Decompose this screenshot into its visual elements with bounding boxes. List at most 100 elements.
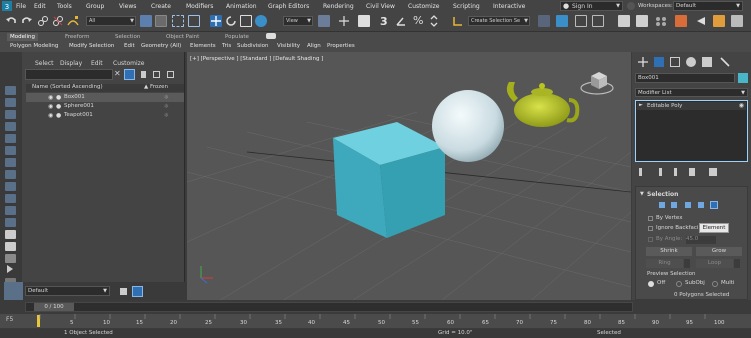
shrink-button[interactable]: Shrink	[646, 247, 692, 256]
menu-file[interactable]: File	[16, 3, 26, 10]
tab-populate[interactable]: Populate	[222, 33, 252, 41]
expand-arrow-icon[interactable]: ►	[639, 102, 643, 108]
toggle-scene-explorer-icon[interactable]	[575, 15, 587, 27]
tab-object-paint[interactable]: Object Paint	[163, 33, 202, 41]
sign-in-button[interactable]: ● Sign In ▼	[560, 1, 623, 11]
menu-views[interactable]: Views	[119, 3, 136, 10]
display-all-icon[interactable]	[5, 98, 16, 107]
menu-create[interactable]: Create	[151, 3, 171, 10]
eye-icon[interactable]: ◉	[48, 93, 53, 102]
filter-toggle-icon[interactable]	[124, 69, 135, 80]
time-slider-thumb[interactable]: 0 / 100	[34, 303, 74, 311]
object-name-field[interactable]: Box001	[635, 73, 735, 83]
mirror-icon[interactable]	[538, 15, 550, 27]
sync-selection-icon[interactable]	[153, 71, 160, 78]
display-groups-icon[interactable]	[5, 194, 16, 203]
panel-subdivision[interactable]: Subdivision	[237, 42, 269, 50]
display-containers-icon[interactable]	[5, 230, 16, 239]
panel-visibility[interactable]: Visibility	[277, 42, 300, 50]
menu-customize[interactable]: Customize	[408, 3, 440, 10]
utilities-panel-icon[interactable]	[720, 57, 730, 67]
render-production-icon[interactable]	[713, 15, 725, 27]
tree-row-sphere001[interactable]: ◉ ● Sphere001 ❄	[26, 102, 184, 111]
pivot-center-icon[interactable]	[318, 15, 330, 27]
render-toggle-icon[interactable]: ●	[56, 93, 61, 102]
frozen-icon[interactable]: ❄	[164, 111, 169, 120]
display-invert-icon[interactable]	[5, 110, 16, 119]
modifier-stack[interactable]: ► Editable Poly ◉	[635, 100, 748, 162]
display-bones-icon[interactable]	[5, 218, 16, 227]
toggle-layer-explorer-icon[interactable]	[592, 15, 604, 27]
explorer-menu-edit[interactable]: Edit	[91, 60, 103, 67]
pin-stack-icon[interactable]	[639, 168, 642, 176]
explorer-menu-display[interactable]: Display	[60, 60, 82, 67]
preview-off-radio[interactable]	[648, 281, 654, 287]
menu-graph-editors[interactable]: Graph Editors	[268, 3, 309, 10]
eye-icon[interactable]: ◉	[48, 102, 53, 111]
element-mode-icon[interactable]	[710, 201, 718, 209]
loop-button[interactable]: Loop	[696, 259, 733, 268]
by-angle-spinner[interactable]: 45.0	[686, 236, 716, 244]
undo-icon[interactable]	[5, 15, 17, 27]
border-mode-icon[interactable]	[685, 202, 691, 208]
menu-group[interactable]: Group	[86, 3, 104, 10]
stack-item-editable-poly[interactable]: ► Editable Poly ◉	[637, 102, 746, 110]
edit-named-selection-icon[interactable]	[452, 15, 464, 27]
column-frozen-header[interactable]: ▲ Frozen	[144, 84, 168, 90]
display-frozen-icon[interactable]	[5, 242, 16, 251]
viewport-label[interactable]: [+] [Perspective ] [Standard ] [Default …	[190, 56, 323, 62]
layer-select[interactable]: Default ▼	[25, 286, 110, 296]
menu-animation[interactable]: Animation	[226, 3, 257, 10]
display-lights-icon[interactable]	[5, 146, 16, 155]
percent-snap-icon[interactable]: %	[413, 14, 423, 27]
display-panel-icon[interactable]	[702, 57, 712, 67]
render-setup-icon[interactable]	[675, 15, 687, 27]
tab-selection[interactable]: Selection	[112, 33, 143, 41]
curve-editor-icon[interactable]	[618, 15, 630, 27]
render-toggle-icon[interactable]: ●	[56, 102, 61, 111]
perspective-viewport[interactable]: [+] [Perspective ] [Standard ] [Default …	[187, 52, 631, 304]
loop-spinner-icon[interactable]	[734, 259, 740, 268]
panel-tris[interactable]: Tris	[222, 42, 231, 50]
explorer-menu-select[interactable]: Select	[35, 60, 54, 67]
keyboard-shortcut-override-icon[interactable]	[358, 15, 370, 27]
select-by-name-icon[interactable]	[155, 15, 167, 27]
panel-properties[interactable]: Properties	[327, 42, 355, 50]
panel-edit[interactable]: Edit	[124, 42, 135, 50]
edge-mode-icon[interactable]	[671, 202, 677, 208]
modifier-list-select[interactable]: Modifier List ▼	[635, 88, 748, 97]
display-space-warps-icon[interactable]	[5, 182, 16, 191]
by-vertex-checkbox[interactable]	[648, 216, 653, 221]
scene-explorer-tab-icon[interactable]	[4, 282, 23, 300]
lock-icon[interactable]	[141, 71, 146, 78]
select-and-rotate-icon[interactable]	[225, 15, 237, 27]
visibility-bulb-icon[interactable]: ◉	[739, 102, 744, 109]
menu-rendering[interactable]: Rendering	[323, 3, 354, 10]
layer-list-icon[interactable]	[120, 288, 127, 295]
make-unique-icon[interactable]	[674, 168, 677, 176]
display-none-icon[interactable]	[5, 86, 16, 95]
display-xrefs-icon[interactable]	[5, 206, 16, 215]
bind-space-warp-icon[interactable]	[67, 15, 79, 27]
configure-sets-icon[interactable]	[709, 168, 717, 176]
schematic-view-icon[interactable]	[636, 15, 648, 27]
modify-panel-icon[interactable]	[654, 57, 664, 67]
window-crossing-icon[interactable]	[188, 15, 200, 27]
ignore-backfacing-checkbox[interactable]	[648, 226, 653, 231]
frozen-icon[interactable]: ❄	[164, 102, 169, 111]
panel-geometry-all[interactable]: Geometry (All)	[141, 42, 181, 50]
ring-button[interactable]: Ring	[646, 259, 683, 268]
viewport-scene[interactable]	[187, 52, 631, 304]
render-toggle-icon[interactable]: ●	[56, 111, 61, 120]
selection-filter-select[interactable]: All ▼	[86, 16, 136, 26]
ribbon-options-icon[interactable]	[266, 33, 276, 39]
render-in-cloud-icon[interactable]	[731, 15, 743, 27]
spinner-snap-icon[interactable]	[428, 15, 440, 27]
vertex-mode-icon[interactable]	[659, 202, 665, 208]
preview-multi-radio[interactable]	[712, 281, 718, 287]
create-selection-set-select[interactable]: Create Selection Se ▼	[468, 16, 530, 26]
explorer-search-input[interactable]	[25, 69, 113, 80]
angle-snap-icon[interactable]	[395, 15, 407, 27]
layer-explorer-icon[interactable]	[132, 286, 143, 297]
menu-scripting[interactable]: Scripting	[453, 3, 480, 10]
